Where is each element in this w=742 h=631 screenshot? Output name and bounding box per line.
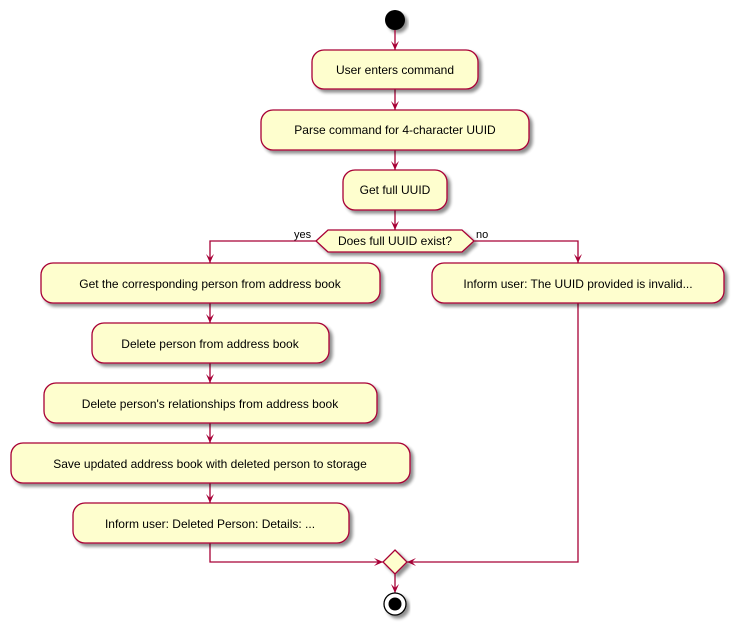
label-save-address-book: Save updated address book with deleted p…	[53, 457, 367, 471]
edge-inform-to-merge	[209, 543, 383, 563]
label-delete-relationships: Delete person's relationships from addre…	[82, 397, 339, 411]
label-delete-person: Delete person from address book	[121, 337, 299, 351]
label-decision-question: Does full UUID exist?	[338, 234, 452, 248]
edge-no-branch	[474, 240, 579, 263]
edge-invalid-to-merge	[407, 303, 579, 563]
label-get-full-uuid: Get full UUID	[360, 183, 431, 197]
edge-yes-branch	[209, 240, 316, 263]
label-user-enters-command: User enters command	[336, 63, 454, 77]
label-inform-deleted: Inform user: Deleted Person: Details: ..…	[105, 517, 315, 531]
label-get-person: Get the corresponding person from addres…	[79, 277, 341, 291]
activity-diagram: User enters command Parse command for 4-…	[10, 10, 725, 616]
label-no-guard: no	[476, 229, 488, 241]
end-node	[383, 592, 407, 616]
start-node	[385, 10, 405, 30]
label-inform-invalid: Inform user: The UUID provided is invali…	[463, 277, 692, 291]
merge-node	[382, 549, 408, 575]
label-parse-command: Parse command for 4-character UUID	[294, 123, 496, 137]
label-yes-guard: yes	[294, 229, 312, 241]
